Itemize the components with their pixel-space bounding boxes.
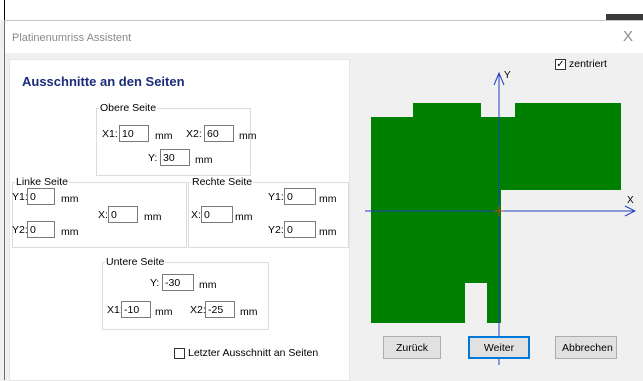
outline-preview: ✓ zentriert Y X Zurück Weiter Abbrechen (359, 53, 643, 381)
board-outline-shape (371, 103, 621, 323)
right-y1-unit: mm (319, 193, 337, 205)
left-y1-label: Y1: (12, 191, 28, 203)
top-y-unit: mm (195, 154, 213, 166)
right-side-legend: Rechte Seite (192, 176, 253, 188)
right-y1-input[interactable] (284, 188, 316, 205)
top-y-label: Y: (148, 152, 158, 164)
bottom-x2-label: X2: (190, 304, 206, 316)
board-preview-canvas: Y X (365, 70, 637, 365)
left-side-legend: Linke Seite (16, 176, 68, 188)
bottom-y-label: Y: (150, 277, 160, 289)
dialog-client-area: Ausschnitte an den Seiten Obere Seite X1… (5, 53, 643, 381)
last-cutout-checkbox[interactable] (174, 348, 185, 359)
right-x-unit: mm (235, 211, 253, 223)
top-x1-label: X1: (102, 128, 118, 140)
bottom-side-group: Untere Seite (102, 256, 269, 330)
cancel-button[interactable]: Abbrechen (555, 336, 617, 359)
left-y2-label: Y2: (12, 224, 28, 236)
section-heading: Ausschnitte an den Seiten (22, 74, 185, 89)
left-x-input[interactable] (108, 206, 138, 223)
bottom-x1-unit: mm (155, 306, 173, 318)
left-y2-input[interactable] (27, 221, 55, 238)
bottom-y-unit: mm (199, 279, 217, 291)
right-y2-label: Y2: (268, 224, 284, 236)
top-x2-label: X2: (186, 128, 202, 140)
bottom-y-input[interactable] (162, 274, 194, 291)
top-side-legend: Obere Seite (100, 102, 157, 114)
right-x-label: X: (191, 209, 201, 221)
right-y2-unit: mm (319, 226, 337, 238)
left-x-unit: mm (144, 211, 162, 223)
top-x1-unit: mm (155, 130, 173, 142)
next-button[interactable]: Weiter (468, 336, 530, 359)
title-bar[interactable]: Platinenumriss Assistent X (5, 21, 643, 53)
x-axis-label: X (627, 195, 634, 206)
left-y1-input[interactable] (27, 188, 55, 205)
last-cutout-label[interactable]: Letzter Ausschnitt an Seiten (188, 347, 318, 359)
y-axis-label: Y (504, 70, 511, 81)
top-x2-unit: mm (239, 130, 257, 142)
close-button[interactable]: X (623, 28, 633, 45)
wizard-dialog: Platinenumriss Assistent X Ausschnitte a… (4, 20, 643, 381)
right-y1-label: Y1: (268, 191, 284, 203)
back-button[interactable]: Zurück (383, 336, 441, 359)
right-x-input[interactable] (201, 206, 233, 223)
top-y-input[interactable] (160, 149, 190, 166)
left-y1-unit: mm (61, 193, 79, 205)
window-title: Platinenumriss Assistent (12, 32, 132, 44)
top-x2-input[interactable] (204, 125, 234, 142)
left-x-label: X: (98, 209, 108, 221)
top-x1-input[interactable] (119, 125, 149, 142)
right-y2-input[interactable] (284, 221, 316, 238)
background-edge (4, 0, 5, 20)
cutout-settings-panel: Ausschnitte an den Seiten Obere Seite X1… (9, 59, 350, 381)
bottom-x2-input[interactable] (205, 301, 235, 318)
left-y2-unit: mm (61, 226, 79, 238)
bottom-x2-unit: mm (240, 306, 258, 318)
background-strip (0, 0, 643, 20)
bottom-side-legend: Untere Seite (106, 256, 165, 268)
bottom-x1-input[interactable] (121, 301, 151, 318)
